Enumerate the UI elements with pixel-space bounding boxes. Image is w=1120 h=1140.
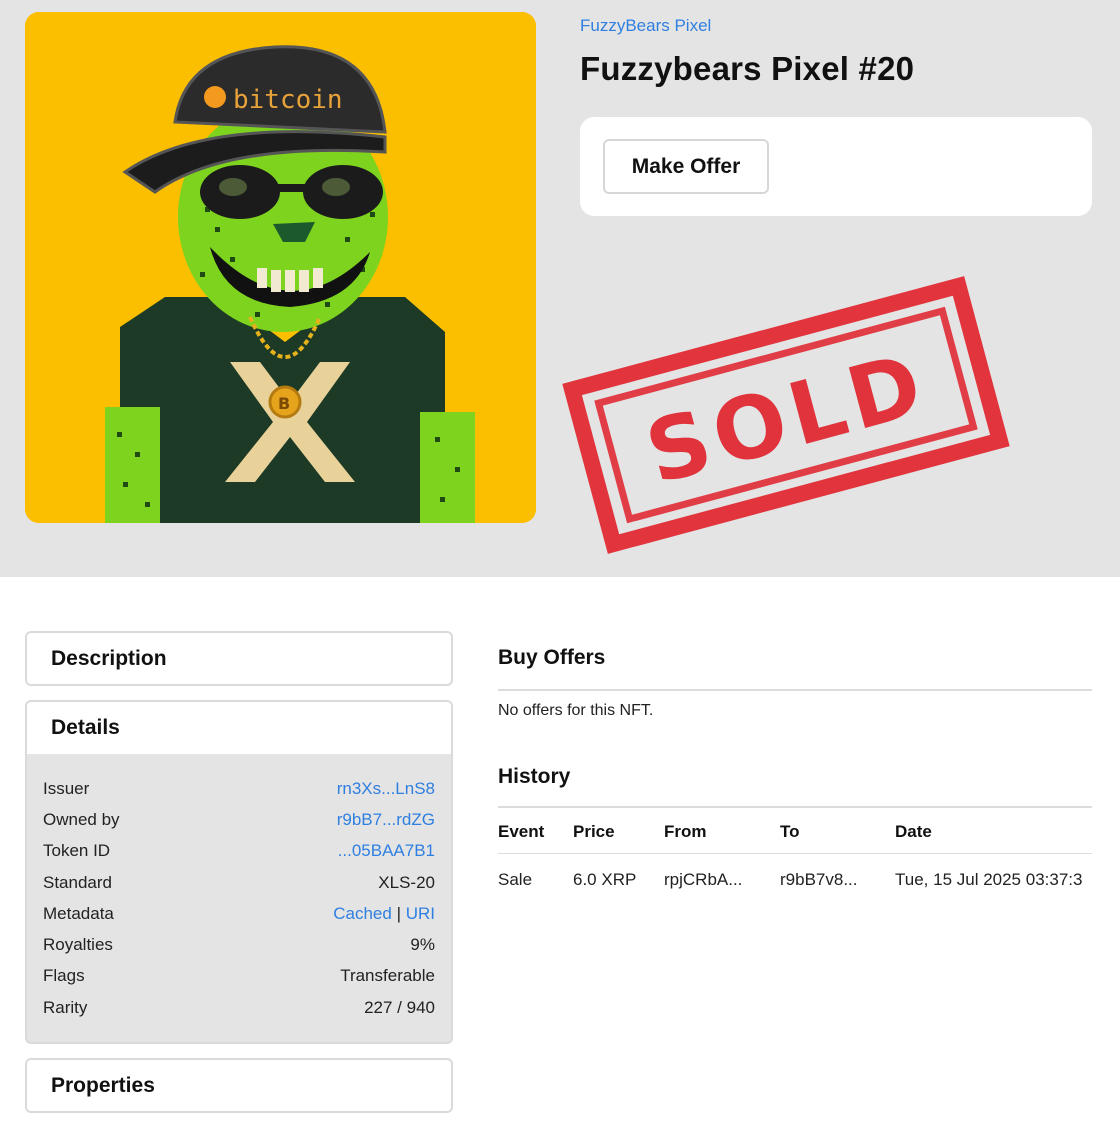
rarity-value: 227 / 940 <box>364 997 435 1017</box>
detail-row-token-id: Token ID ...05BAA7B1 <box>43 836 435 867</box>
svg-text:bitcoin: bitcoin <box>233 85 343 115</box>
svg-text:B: B <box>278 394 290 413</box>
detail-label: Flags <box>43 966 85 986</box>
history-event: Sale <box>498 870 533 889</box>
flags-value: Transferable <box>340 966 435 986</box>
owner-link[interactable]: r9bB7...rdZG <box>337 810 435 830</box>
column-header-to: To <box>780 822 800 841</box>
details-header[interactable]: Details <box>27 702 451 754</box>
history-date: Tue, 15 Jul 2025 03:37:3 <box>895 870 1083 889</box>
fuzzybear-artwork: bitcoin B <box>25 12 536 523</box>
sold-stamp: SOLD <box>562 276 1010 554</box>
column-header-date: Date <box>895 822 932 841</box>
no-offers-message: No offers for this NFT. <box>498 702 654 719</box>
table-row: Sale 6.0 XRP rpjCRbA... r9bB7v8... Tue, … <box>498 866 1092 896</box>
history-to-link[interactable]: r9bB7v8... <box>780 870 858 890</box>
properties-header[interactable]: Properties <box>27 1060 451 1112</box>
history-price: 6.0 XRP <box>573 870 637 889</box>
detail-label: Standard <box>43 872 112 892</box>
description-header[interactable]: Description <box>27 633 451 685</box>
details-list: Issuer rn3Xs...LnS8 Owned by r9bB7...rdZ… <box>27 754 451 1023</box>
history-title: History <box>498 765 571 788</box>
detail-row-issuer: Issuer rn3Xs...LnS8 <box>43 773 435 804</box>
details-panel: Details Issuer rn3Xs...LnS8 Owned by r9b… <box>25 700 453 1044</box>
metadata-links: Cached | URI <box>333 904 435 924</box>
detail-row-owner: Owned by r9bB7...rdZG <box>43 804 435 835</box>
history-from-link[interactable]: rpjCRbA... <box>664 870 742 890</box>
detail-row-standard: Standard XLS-20 <box>43 867 435 898</box>
detail-row-royalties: Royalties 9% <box>43 929 435 960</box>
collection-link[interactable]: FuzzyBears Pixel <box>580 16 711 36</box>
detail-label: Metadata <box>43 903 114 923</box>
detail-label: Issuer <box>43 778 90 798</box>
issuer-link[interactable]: rn3Xs...LnS8 <box>337 779 435 799</box>
history-header-row: Event Price From To Date <box>498 818 1092 848</box>
nft-title: Fuzzybears Pixel #20 <box>580 50 915 87</box>
royalties-value: 9% <box>410 935 435 955</box>
history-header-divider <box>498 853 1092 854</box>
history-table: Event Price From To Date Sale 6.0 XRP rp… <box>498 818 1092 898</box>
buy-offers-divider <box>498 689 1092 691</box>
detail-label: Owned by <box>43 809 120 829</box>
detail-label: Rarity <box>43 997 88 1017</box>
detail-row-flags: Flags Transferable <box>43 961 435 992</box>
description-panel[interactable]: Description <box>25 631 453 686</box>
history-divider <box>498 806 1092 808</box>
column-header-price: Price <box>573 822 615 841</box>
standard-value: XLS-20 <box>378 872 435 892</box>
metadata-uri-link[interactable]: URI <box>406 904 435 923</box>
nft-image[interactable]: bitcoin B <box>25 12 536 523</box>
metadata-cached-link[interactable]: Cached <box>333 904 392 923</box>
offer-card: Make Offer <box>580 117 1092 216</box>
detail-row-metadata: Metadata Cached | URI <box>43 898 435 929</box>
nft-hero-section: bitcoin B FuzzyBears Pixel Fuzzybears Pi… <box>0 0 1120 577</box>
metadata-separator: | <box>396 903 401 923</box>
buy-offers-title: Buy Offers <box>498 646 606 669</box>
detail-row-rarity: Rarity 227 / 940 <box>43 992 435 1023</box>
token-id-link[interactable]: ...05BAA7B1 <box>338 841 435 861</box>
column-header-from: From <box>664 822 707 841</box>
make-offer-button[interactable]: Make Offer <box>603 139 769 194</box>
detail-label: Royalties <box>43 935 113 955</box>
detail-label: Token ID <box>43 841 111 861</box>
properties-panel[interactable]: Properties <box>25 1058 453 1113</box>
column-header-event: Event <box>498 822 545 841</box>
